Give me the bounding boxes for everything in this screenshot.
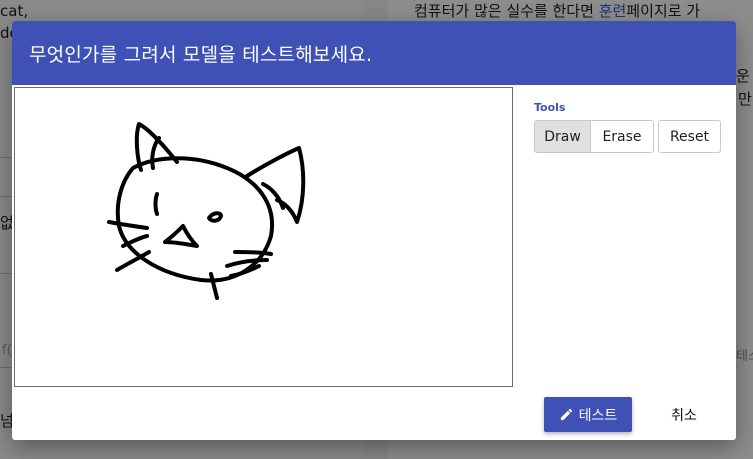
drawing-canvas[interactable] xyxy=(14,87,513,387)
pencil-icon xyxy=(560,408,572,421)
test-button[interactable]: 테스트 xyxy=(544,397,632,432)
tools-label: Tools xyxy=(534,101,566,114)
dialog-title: 무엇인가를 그려서 모델을 테스트해보세요. xyxy=(29,43,373,66)
reset-button[interactable]: Reset xyxy=(658,120,721,153)
cat-drawing xyxy=(107,122,306,300)
erase-tool-button[interactable]: Erase xyxy=(591,120,654,153)
draw-tool-button[interactable]: Draw xyxy=(534,120,591,153)
tool-group: Draw Erase Reset xyxy=(534,120,721,153)
dialog-header: 무엇인가를 그려서 모델을 테스트해보세요. xyxy=(12,21,736,85)
test-button-label: 테스트 xyxy=(578,406,618,423)
cancel-button[interactable]: 취소 xyxy=(652,397,716,432)
dialog-actions: 테스트 취소 xyxy=(544,397,716,432)
tools-panel: Tools Draw Erase Reset xyxy=(534,101,721,153)
test-model-dialog: 무엇인가를 그려서 모델을 테스트해보세요. Tools Draw Erase … xyxy=(12,21,736,440)
